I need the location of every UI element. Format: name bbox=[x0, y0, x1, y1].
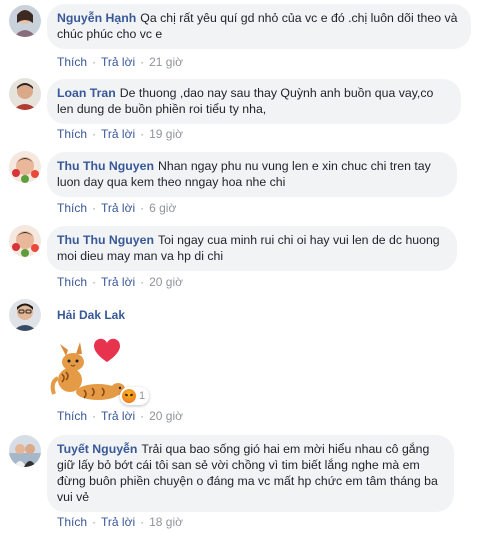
like-button[interactable]: Thích bbox=[57, 127, 87, 141]
avatar[interactable] bbox=[9, 299, 41, 331]
like-button[interactable]: Thích bbox=[57, 515, 87, 529]
reply-button[interactable]: Trả lời bbox=[101, 409, 135, 423]
like-button[interactable]: Thích bbox=[57, 55, 87, 69]
comment-author[interactable]: Loan Tran bbox=[57, 86, 116, 100]
like-button[interactable]: Thích bbox=[57, 201, 87, 215]
separator: · bbox=[92, 409, 97, 423]
separator: · bbox=[140, 127, 145, 141]
reply-button[interactable]: Trả lời bbox=[101, 515, 135, 529]
comment-actions: Thích · Trả lời · 20 giờ bbox=[57, 274, 183, 290]
comment-actions: Thích · Trả lời · 18 giờ bbox=[57, 514, 183, 530]
comment-timestamp[interactable]: 20 giờ bbox=[149, 275, 183, 289]
comment-timestamp[interactable]: 19 giờ bbox=[149, 127, 183, 141]
avatar[interactable] bbox=[9, 151, 41, 183]
like-button[interactable]: Thích bbox=[57, 409, 87, 423]
comment-actions: Thích · Trả lời · 20 giờ bbox=[57, 408, 183, 424]
comment-author[interactable]: Thu Thu Nguyen bbox=[57, 233, 154, 247]
separator: · bbox=[92, 275, 97, 289]
comment-author[interactable]: Tuyết Nguyễn bbox=[57, 442, 137, 456]
reply-button[interactable]: Trả lời bbox=[101, 55, 135, 69]
separator: · bbox=[92, 55, 97, 69]
separator: · bbox=[140, 201, 145, 215]
comment-bubble: Loan Tran De thuong ,dao nay sau thay Quỳ… bbox=[47, 79, 461, 124]
angry-reaction-icon bbox=[122, 389, 136, 403]
comment-timestamp[interactable]: 20 giờ bbox=[149, 409, 183, 423]
comment-author[interactable]: Nguyễn Hạnh bbox=[57, 11, 136, 25]
avatar[interactable] bbox=[9, 78, 41, 110]
comment-author[interactable]: Thu Thu Nguyen bbox=[57, 159, 154, 173]
reaction-badge[interactable]: 1 bbox=[120, 387, 150, 405]
cat-heart-sticker bbox=[46, 334, 126, 404]
reply-button[interactable]: Trả lời bbox=[101, 201, 135, 215]
comment-bubble: Thu Thu Nguyen Toi ngay cua minh rui chi … bbox=[47, 226, 457, 271]
reaction-count: 1 bbox=[139, 390, 146, 402]
comment-timestamp[interactable]: 18 giờ bbox=[149, 515, 183, 529]
separator: · bbox=[140, 55, 145, 69]
comment-timestamp[interactable]: 6 giờ bbox=[149, 201, 176, 215]
avatar[interactable] bbox=[9, 435, 41, 467]
avatar[interactable] bbox=[9, 225, 41, 257]
separator: · bbox=[140, 275, 145, 289]
separator: · bbox=[92, 515, 97, 529]
comment-bubble: Thu Thu Nguyen Nhan ngay phu nu vung len … bbox=[47, 152, 457, 197]
comment-actions: Thích · Trả lời · 6 giờ bbox=[57, 200, 176, 216]
comment-bubble: Nguyễn Hạnh Qa chị rất yêu quí gd nhỏ của… bbox=[47, 4, 471, 49]
reply-button[interactable]: Trả lời bbox=[101, 127, 135, 141]
separator: · bbox=[92, 201, 97, 215]
reply-button[interactable]: Trả lời bbox=[101, 275, 135, 289]
comment-author[interactable]: Hải Dak Lak bbox=[57, 308, 125, 322]
separator: · bbox=[92, 127, 97, 141]
separator: · bbox=[140, 409, 145, 423]
comment-timestamp[interactable]: 21 giờ bbox=[149, 55, 183, 69]
comment-actions: Thích · Trả lời · 21 giờ bbox=[57, 54, 183, 70]
separator: · bbox=[140, 515, 145, 529]
like-button[interactable]: Thích bbox=[57, 275, 87, 289]
comment-bubble: Tuyết Nguyễn Trải qua bao sống gió hai em… bbox=[47, 435, 454, 512]
comment-author-line: Hải Dak Lak bbox=[57, 307, 129, 323]
avatar[interactable] bbox=[9, 5, 41, 37]
comment-actions: Thích · Trả lời · 19 giờ bbox=[57, 126, 183, 142]
